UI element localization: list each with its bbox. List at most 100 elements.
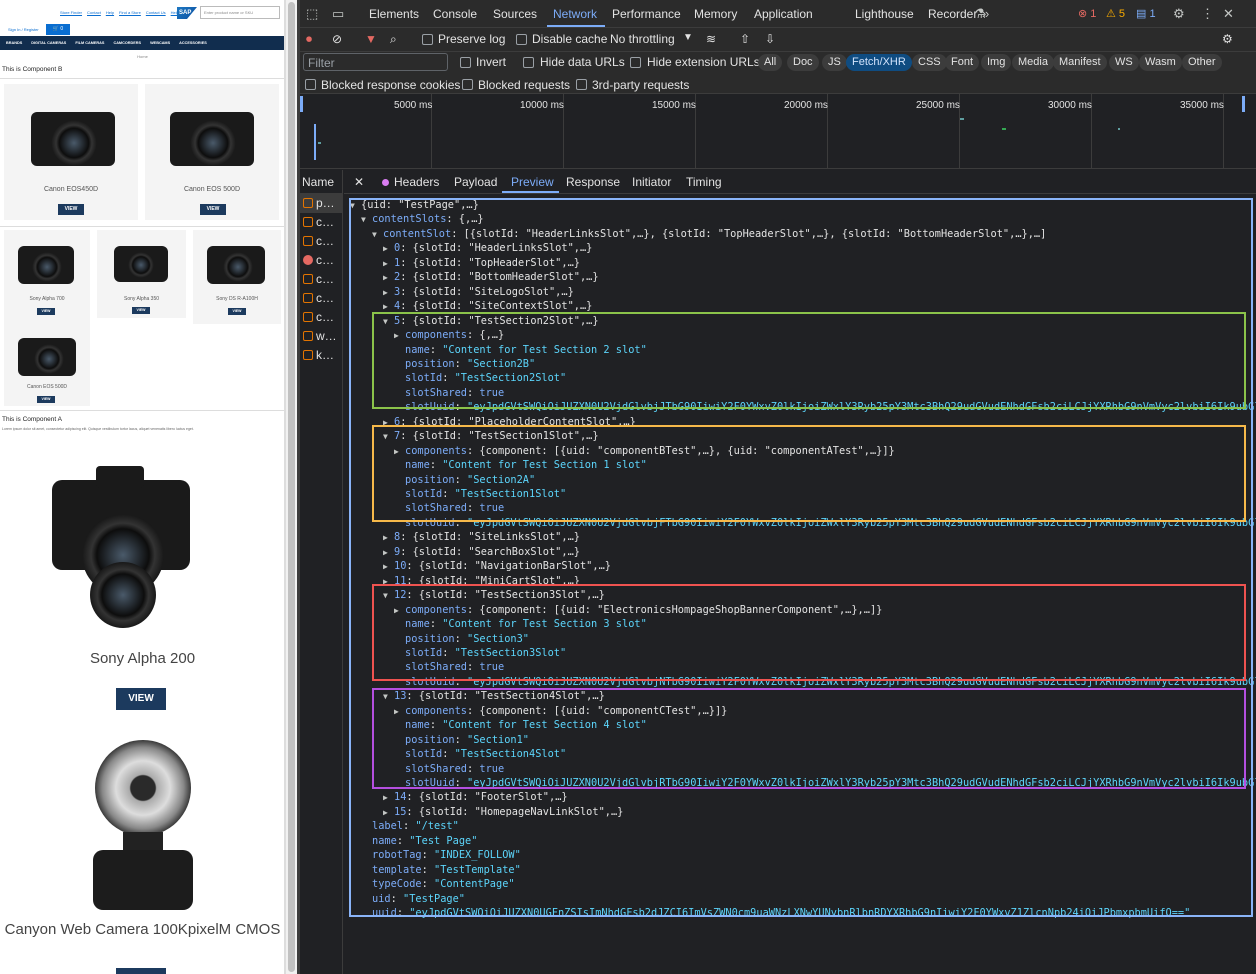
page-scrollbar[interactable]: [285, 0, 297, 974]
json-tree-line[interactable]: ▶ 14: {slotId: "FooterSlot",…}: [383, 790, 568, 804]
product-name[interactable]: Canon EOS 500D: [4, 384, 90, 390]
json-tree-line[interactable]: ▶ 9: {slotId: "SearchBoxSlot",…}: [383, 545, 580, 559]
type-chip-css[interactable]: CSS: [912, 54, 947, 71]
expand-right-icon[interactable]: ▶: [383, 791, 394, 805]
close-detail-icon[interactable]: ✕: [354, 175, 364, 189]
name-column-header[interactable]: Name: [300, 170, 343, 194]
close-icon[interactable]: ✕: [1223, 6, 1234, 22]
expand-right-icon[interactable]: ▶: [383, 257, 394, 271]
header-link[interactable]: Contact Us: [146, 10, 166, 15]
json-tree-line[interactable]: ▼ contentSlots: {,…}: [361, 212, 484, 226]
tab-application[interactable]: Application: [754, 7, 813, 21]
expand-down-icon[interactable]: ▼: [383, 315, 394, 329]
json-tree-line[interactable]: ▶ 0: {slotId: "HeaderLinksSlot",…}: [383, 241, 592, 255]
search-icon[interactable]: ⌕: [390, 32, 397, 47]
json-tree-line[interactable]: ▶ 3: {slotId: "SiteLogoSlot",…}: [383, 285, 574, 299]
request-row[interactable]: c…: [300, 308, 343, 327]
product-card[interactable]: Sony Alpha 700 VIEW: [4, 230, 90, 324]
mini-cart-button[interactable]: 🛒 0: [46, 24, 70, 35]
hide-extension-urls-checkbox[interactable]: [630, 57, 641, 68]
json-tree-line[interactable]: ▶ 15: {slotId: "HomepageNavLinkSlot",…}: [383, 805, 623, 819]
json-tree-line[interactable]: ▶ 1: {slotId: "TopHeaderSlot",…}: [383, 256, 580, 270]
expand-down-icon[interactable]: ▼: [361, 213, 372, 227]
expand-right-icon[interactable]: ▶: [394, 604, 405, 618]
request-row[interactable]: c…: [300, 270, 343, 289]
tab-console[interactable]: Console: [433, 7, 477, 21]
tab-initiator[interactable]: Initiator: [632, 175, 671, 189]
json-tree-line[interactable]: ▶ 4: {slotId: "SiteContextSlot",…}: [383, 299, 592, 313]
expand-down-icon[interactable]: ▼: [383, 690, 394, 704]
view-button[interactable]: VIEW: [58, 204, 84, 215]
request-row[interactable]: c…: [300, 251, 343, 270]
tab-sources[interactable]: Sources: [493, 7, 537, 21]
nav-item[interactable]: WEBCAMS: [150, 41, 170, 45]
clear-icon[interactable]: ⊘: [332, 32, 342, 46]
expand-right-icon[interactable]: ▶: [383, 560, 394, 574]
blocked-requests-checkbox[interactable]: [462, 79, 473, 90]
type-chip-media[interactable]: Media: [1012, 54, 1054, 71]
error-count-badge[interactable]: ⊗ 1: [1078, 7, 1096, 20]
product-card[interactable]: Canon EOS 500D VIEW: [145, 84, 279, 220]
breadcrumb[interactable]: Home: [0, 54, 284, 59]
filter-funnel-icon[interactable]: ▼: [365, 32, 377, 46]
type-chip-fetch-xhr[interactable]: Fetch/XHR: [846, 54, 912, 71]
expand-right-icon[interactable]: ▶: [383, 531, 394, 545]
request-row[interactable]: c…: [300, 232, 343, 251]
request-row[interactable]: w…: [300, 327, 343, 346]
expand-down-icon[interactable]: ▼: [383, 430, 394, 444]
export-har-icon[interactable]: ⇩: [765, 32, 775, 46]
type-chip-wasm[interactable]: Wasm: [1139, 54, 1182, 71]
more-tabs-icon[interactable]: »: [982, 6, 989, 21]
camera-image[interactable]: [52, 462, 190, 632]
expand-right-icon[interactable]: ▶: [383, 300, 394, 314]
nav-item[interactable]: ACCESSORIES: [179, 41, 207, 45]
json-tree-line[interactable]: ▶ 10: {slotId: "NavigationBarSlot",…}: [383, 559, 611, 573]
request-row[interactable]: k…: [300, 346, 343, 365]
product-name[interactable]: Sony Alpha 350: [97, 296, 186, 302]
tab-headers[interactable]: Headers: [382, 175, 439, 189]
json-tree-line[interactable]: ▶ 11: {slotId: "MiniCartSlot",…}: [383, 574, 580, 588]
disable-cache-checkbox[interactable]: [516, 34, 527, 45]
product-name[interactable]: Sony Alpha 200: [0, 650, 284, 667]
import-har-icon[interactable]: ⇧: [740, 32, 750, 46]
type-chip-all[interactable]: All: [758, 54, 783, 71]
json-tree-line[interactable]: ▶ components: {component: [{uid: "compone…: [394, 444, 895, 458]
type-chip-img[interactable]: Img: [981, 54, 1012, 71]
expand-right-icon[interactable]: ▶: [394, 329, 405, 343]
view-button[interactable]: VIEW: [37, 308, 55, 315]
tab-elements[interactable]: Elements: [369, 7, 419, 21]
view-button[interactable]: VIEW: [132, 307, 150, 314]
view-button[interactable]: VIEW: [200, 204, 226, 215]
timeline-drag-handle-right[interactable]: [1242, 96, 1245, 112]
json-tree-line[interactable]: ▶ 6: {slotId: "PlaceholderContentSlot",…}: [383, 415, 636, 429]
expand-right-icon[interactable]: ▶: [383, 242, 394, 256]
warning-count-badge[interactable]: ⚠ 5: [1106, 7, 1125, 20]
header-link[interactable]: Find a Store: [119, 10, 141, 15]
json-preview[interactable]: ▼ {uid: "TestPage",…} ▼ contentSlots: {,…} ▼…: [344, 194, 1256, 974]
json-tree-line[interactable]: ▼ 12: {slotId: "TestSection3Slot",…}: [383, 588, 605, 602]
json-tree-line[interactable]: ▼ contentSlot: [{slotId: "HeaderLinksSlot…: [372, 227, 1046, 241]
invert-checkbox[interactable]: [460, 57, 471, 68]
preserve-log-checkbox[interactable]: [422, 34, 433, 45]
json-tree-line[interactable]: ▶ 2: {slotId: "BottomHeaderSlot",…}: [383, 270, 599, 284]
tab-lighthouse[interactable]: Lighthouse: [855, 7, 914, 21]
type-chip-ws[interactable]: WS: [1109, 54, 1139, 71]
product-name[interactable]: Canyon Web Camera 100KpixelM CMOS: [0, 920, 284, 939]
tab-payload[interactable]: Payload: [454, 175, 497, 189]
network-settings-gear-icon[interactable]: ⚙: [1222, 32, 1233, 46]
chevron-down-icon[interactable]: ▼: [683, 32, 693, 43]
product-name[interactable]: Sony Alpha 700: [4, 296, 90, 302]
tab-recorder[interactable]: Recorder: [928, 7, 977, 21]
sap-logo[interactable]: SAP: [177, 7, 197, 19]
nav-item[interactable]: CAMCORDERS: [113, 41, 141, 45]
expand-down-icon[interactable]: ▼: [383, 589, 394, 603]
tab-performance[interactable]: Performance: [612, 7, 681, 21]
type-chip-doc[interactable]: Doc: [787, 54, 819, 71]
expand-right-icon[interactable]: ▶: [383, 416, 394, 430]
scrollbar-thumb[interactable]: [288, 2, 295, 972]
sign-in-link[interactable]: Sign In / Register: [8, 27, 39, 32]
third-party-checkbox[interactable]: [576, 79, 587, 90]
settings-gear-icon[interactable]: ⚙: [1173, 6, 1185, 22]
expand-right-icon[interactable]: ▶: [383, 575, 394, 589]
type-chip-js[interactable]: JS: [822, 54, 847, 71]
